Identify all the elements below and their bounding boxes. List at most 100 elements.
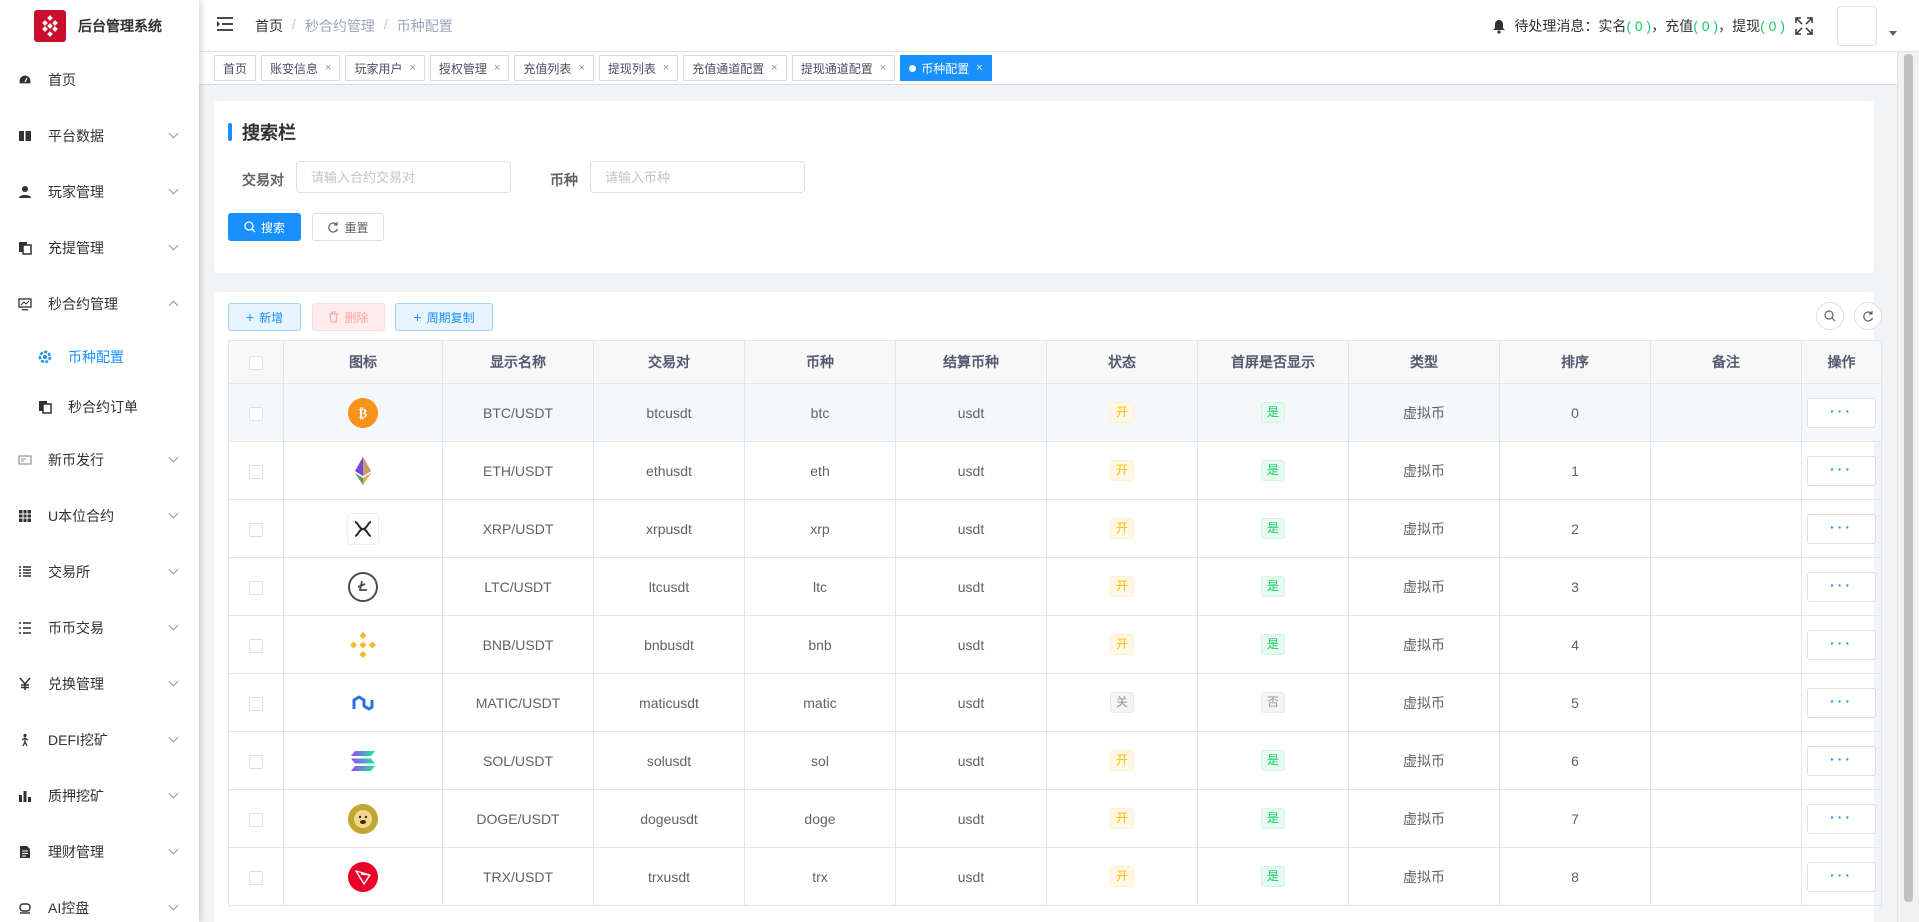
more-actions-button[interactable]: ··· — [1807, 397, 1876, 428]
sidebar-item-coin-config[interactable]: 币种配置 — [0, 332, 199, 382]
page-scrollbar[interactable] — [1897, 52, 1919, 922]
fullscreen-icon[interactable] — [1795, 17, 1813, 35]
sidebar-item-u-contract[interactable]: U本位合约 — [0, 488, 199, 544]
close-icon[interactable]: × — [578, 62, 584, 74]
row-checkbox[interactable] — [249, 696, 263, 711]
sidebar-item-deposit-withdraw[interactable]: 充提管理 — [0, 220, 199, 276]
withdraw-count[interactable]: ( 0 ) — [1760, 18, 1785, 34]
refresh-button[interactable] — [1854, 302, 1882, 330]
coin-table: 图标 显示名称 交易对 币种 结算币种 状态 首屏是否显示 类型 排序 备注 操… — [228, 340, 1882, 906]
tab-player-users[interactable]: 玩家用户 × — [345, 55, 425, 81]
sidebar-item-home[interactable]: 首页 — [0, 52, 199, 108]
pair-input[interactable] — [296, 161, 511, 193]
table-row[interactable]: SOL/USDT solusdt sol usdt 开是虚拟币 6 ··· — [228, 731, 1882, 790]
more-actions-button[interactable]: ··· — [1807, 803, 1876, 834]
tab-label: 账变信息 — [270, 61, 319, 76]
logo[interactable]: 后台管理系统 — [0, 0, 199, 52]
tab-withdraw-list[interactable]: 提现列表 × — [598, 55, 679, 81]
list-icon — [18, 565, 32, 579]
row-checkbox[interactable] — [249, 464, 263, 479]
sort-cell: 2 — [1499, 499, 1651, 558]
remark-cell — [1650, 847, 1802, 906]
period-copy-button[interactable]: + 周期复制 — [395, 303, 493, 331]
more-actions-button[interactable]: ··· — [1807, 687, 1876, 718]
reset-button[interactable]: 重置 — [312, 213, 384, 241]
coin-cell: trx — [744, 847, 896, 906]
column-header: 显示名称 — [442, 340, 594, 384]
row-checkbox[interactable] — [249, 754, 263, 769]
sidebar-item-label: 玩家管理 — [48, 184, 104, 200]
search-button[interactable]: 搜索 — [228, 213, 301, 241]
avatar[interactable] — [1837, 6, 1877, 46]
sidebar-item-staking[interactable]: 质押挖矿 — [0, 768, 199, 824]
row-checkbox[interactable] — [249, 580, 263, 595]
more-actions-button[interactable]: ··· — [1807, 455, 1876, 486]
table-row[interactable]: XRP/USDT xrpusdt xrp usdt 开是虚拟币 2 ··· — [228, 499, 1882, 558]
toggle-search-button[interactable] — [1816, 302, 1844, 330]
close-icon[interactable]: × — [880, 62, 886, 74]
tab-deposit-channel[interactable]: 充值通道配置 × — [683, 55, 787, 81]
close-icon[interactable]: × — [409, 62, 415, 74]
homepage-show-cell: 是 — [1197, 847, 1349, 906]
pending-notice[interactable]: 待处理消息：实名( 0 ) ，充值( 0 ) ，提现( 0 ) — [1514, 16, 1785, 36]
person-walk-icon — [18, 733, 32, 747]
action-cell: ··· — [1801, 673, 1882, 732]
scrollbar-thumb[interactable] — [1904, 54, 1913, 902]
sidebar-item-platform-data[interactable]: 平台数据 — [0, 108, 199, 164]
row-checkbox[interactable] — [249, 522, 263, 537]
table-row[interactable]: BNB/USDT bnbusdt bnb usdt 开是虚拟币 4 ··· — [228, 615, 1882, 674]
tab-account-changes[interactable]: 账变信息 × — [261, 55, 341, 81]
delete-button[interactable]: 删除 — [312, 303, 385, 331]
more-actions-button[interactable]: ··· — [1807, 513, 1876, 544]
tab-home[interactable]: 首页 — [214, 55, 257, 81]
sidebar-item-new-coin[interactable]: 新币发行 — [0, 432, 199, 488]
caret-down-icon[interactable] — [1889, 30, 1897, 36]
sidebar-item-ai-control[interactable]: AI控盘 — [0, 880, 199, 922]
table-row[interactable]: MATIC/USDT maticusdt matic usdt 关否虚拟币 5 ··· — [228, 673, 1882, 732]
close-icon[interactable]: × — [663, 62, 669, 74]
sidebar-item-players[interactable]: 玩家管理 — [0, 164, 199, 220]
svg-text:₿: ₿ — [359, 406, 368, 421]
tab-coin-config[interactable]: 币种配置 × — [900, 55, 992, 81]
sidebar-item-exchange[interactable]: 交易所 — [0, 544, 199, 600]
close-icon[interactable]: × — [325, 62, 331, 74]
row-checkbox[interactable] — [249, 638, 263, 653]
table-row[interactable]: LTC/USDT ltcusdt ltc usdt 开是虚拟币 3 ··· — [228, 557, 1882, 616]
copy-icon — [38, 400, 52, 414]
tab-authorization[interactable]: 授权管理 × — [429, 55, 510, 81]
status-badge: 开 — [1109, 634, 1134, 655]
deposit-count[interactable]: ( 0 ) — [1693, 18, 1718, 34]
close-icon[interactable]: × — [771, 62, 777, 74]
more-actions-button[interactable]: ··· — [1807, 571, 1876, 602]
close-icon[interactable]: × — [976, 62, 982, 74]
bell-icon[interactable] — [1492, 19, 1506, 34]
breadcrumb-home[interactable]: 首页 — [255, 16, 283, 36]
add-button[interactable]: + 新增 — [228, 303, 301, 331]
row-checkbox[interactable] — [249, 812, 263, 827]
row-checkbox[interactable] — [249, 870, 263, 885]
tab-withdraw-channel[interactable]: 提现通道配置 × — [791, 55, 896, 81]
sidebar-item-spot-trading[interactable]: 币币交易 — [0, 600, 199, 656]
sidebar-item-conversion[interactable]: 兑换管理 — [0, 656, 199, 712]
realname-count[interactable]: ( 0 ) — [1626, 18, 1651, 34]
table-row[interactable]: ₿ BTC/USDT btcusdt btc usdt 开是虚拟币 0 ··· — [228, 383, 1882, 442]
more-actions-button[interactable]: ··· — [1807, 745, 1876, 776]
tab-deposit-list[interactable]: 充值列表 × — [514, 55, 594, 81]
table-row[interactable]: DOGE/USDT dogeusdt doge usdt 开是虚拟币 7 ··· — [228, 789, 1882, 848]
close-icon[interactable]: × — [494, 62, 500, 74]
sidebar-item-second-contract-orders[interactable]: 秒合约订单 — [0, 382, 199, 432]
table-row[interactable]: ETH/USDT ethusdt eth usdt 开是虚拟币 1 ··· — [228, 441, 1882, 500]
select-all-cell — [228, 340, 284, 384]
table-row[interactable]: TRX/USDT trxusdt trx usdt 开是虚拟币 8 ··· — [228, 847, 1882, 906]
search-button-label: 搜索 — [260, 220, 285, 235]
display-name-cell: DOGE/USDT — [442, 789, 594, 848]
sidebar-item-defi-mining[interactable]: DEFI挖矿 — [0, 712, 199, 768]
more-actions-button[interactable]: ··· — [1807, 861, 1876, 892]
coin-input[interactable] — [590, 161, 805, 193]
sidebar-item-second-contract[interactable]: 秒合约管理 — [0, 276, 199, 332]
more-actions-button[interactable]: ··· — [1807, 629, 1876, 660]
select-all-checkbox[interactable] — [249, 356, 263, 371]
row-checkbox[interactable] — [249, 406, 263, 421]
sidebar-item-wealth[interactable]: 理财管理 — [0, 824, 199, 880]
hamburger-icon[interactable] — [216, 16, 238, 35]
